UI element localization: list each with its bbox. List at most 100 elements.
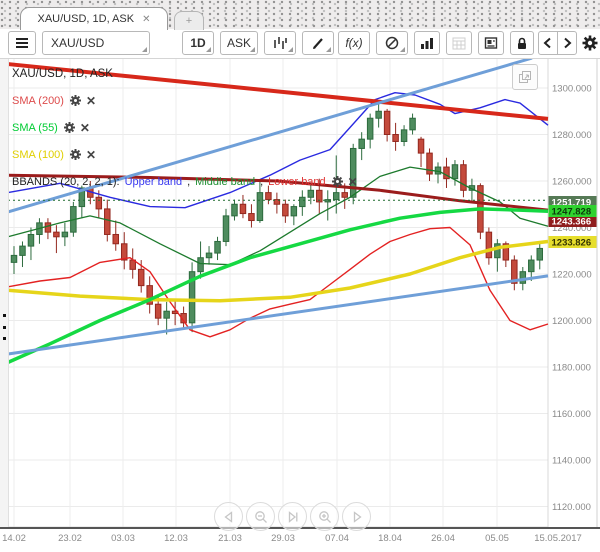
gear-icon[interactable] (69, 94, 82, 107)
remove-indicator-icon[interactable]: ✕ (80, 121, 90, 135)
legend-bb-upper: Upper band (124, 175, 183, 188)
bar-chart-icon (421, 38, 433, 49)
candle-body (417, 138, 425, 154)
magnifier-minus-icon (254, 510, 267, 523)
candle-body (197, 257, 204, 273)
chart-tab-label: XAU/USD, 1D, ASK (37, 13, 135, 25)
candle-body (44, 222, 52, 233)
legend-bbands-prefix: BBANDS (20, 2, 2, 1): (12, 175, 120, 188)
legend-title: XAU/USD, 1D, ASK (12, 67, 113, 80)
indicator-candles-icon (274, 37, 287, 49)
open-in-window-icon (519, 71, 531, 83)
clear-drawings-button[interactable] (376, 31, 408, 55)
candle-body (383, 110, 391, 135)
skip-to-end-icon (288, 510, 297, 523)
symbol-select[interactable]: XAU/USD (42, 31, 150, 55)
settings-button[interactable] (580, 31, 600, 55)
svg-text:21.03: 21.03 (218, 533, 242, 544)
formula-button[interactable]: f(x) (338, 31, 370, 55)
svg-text:05.05: 05.05 (485, 533, 509, 544)
legend-sma200: SMA (200) (12, 94, 64, 107)
candle-body (460, 164, 467, 191)
candle-body (112, 233, 120, 245)
svg-text:1160.000: 1160.000 (552, 409, 591, 420)
news-button[interactable] (478, 31, 504, 55)
chart-tab[interactable]: XAU/USD, 1D, ASK ✕ (20, 7, 168, 30)
candle-body (95, 196, 103, 210)
remove-indicator-icon[interactable]: ✕ (86, 148, 96, 162)
chevron-left-icon (543, 37, 551, 49)
fx-label: f(x) (345, 36, 363, 50)
candle-body (290, 206, 298, 217)
chevron-right-icon (564, 37, 572, 49)
candle-body (519, 271, 527, 284)
draw-tool-button[interactable] (302, 31, 334, 55)
scroll-left-button[interactable] (214, 502, 243, 531)
candle-body (222, 215, 230, 242)
candle-body (536, 247, 544, 261)
gear-icon[interactable] (63, 121, 76, 134)
triangle-left-icon (223, 510, 232, 523)
period-value: 1D (190, 36, 206, 50)
toolbar: XAU/USD 1D ASK f(x) (0, 29, 600, 59)
candle-body (27, 233, 35, 247)
svg-text:26.04: 26.04 (431, 533, 455, 544)
new-tab-button[interactable]: + (174, 11, 204, 30)
svg-text:18.04: 18.04 (378, 533, 402, 544)
svg-text:29.03: 29.03 (271, 533, 295, 544)
menu-button[interactable] (8, 31, 36, 55)
pencil-icon (313, 38, 323, 49)
candle-body (528, 259, 535, 273)
lock-button[interactable] (510, 31, 534, 55)
svg-text:15.05.2017: 15.05.2017 (534, 533, 582, 544)
panel-drag-handle[interactable] (1, 312, 7, 342)
period-select[interactable]: 1D (182, 31, 214, 55)
trendline[interactable] (7, 274, 549, 356)
svg-text:1247.828: 1247.828 (552, 207, 592, 218)
candle-body (231, 203, 238, 217)
candle-body (392, 134, 399, 142)
svg-text:1243.366: 1243.366 (552, 217, 592, 228)
candle-body (10, 254, 18, 263)
volume-button[interactable] (414, 31, 440, 55)
svg-text:1233.826: 1233.826 (552, 238, 592, 249)
zoom-in-button[interactable] (310, 502, 339, 531)
chart-legend: XAU/USD, 1D, ASK SMA (200) ✕ SMA (55) ✕ … (12, 60, 358, 195)
candle-body (409, 117, 416, 131)
symbol-value: XAU/USD (51, 36, 105, 50)
svg-text:03.03: 03.03 (111, 533, 135, 544)
candle-body (163, 310, 170, 319)
time-axis[interactable]: 14.02 23.02 03.03 12.03 21.03 29.03 07.04 18.04… (2, 533, 582, 544)
zoom-out-button[interactable] (246, 502, 275, 531)
legend-bb-lower: Lower band (268, 175, 326, 188)
indicators-button[interactable] (264, 31, 296, 55)
svg-text:1180.000: 1180.000 (552, 363, 591, 374)
lock-icon (518, 37, 526, 49)
candle-body (282, 203, 289, 217)
svg-text:14.02: 14.02 (2, 533, 26, 544)
svg-text:1300.000: 1300.000 (552, 84, 592, 95)
scroll-back-button[interactable] (538, 31, 558, 55)
legend-sma100: SMA (100) (12, 148, 64, 161)
legend-bb-middle: Middle band (195, 175, 256, 188)
gear-icon[interactable] (331, 175, 344, 188)
svg-text:07.04: 07.04 (325, 533, 349, 544)
detach-chart-button[interactable] (512, 64, 538, 90)
price-side-select[interactable]: ASK (220, 31, 258, 55)
go-to-latest-button[interactable] (278, 502, 307, 531)
candle-body (358, 138, 365, 149)
scroll-right-button[interactable] (342, 502, 371, 531)
remove-indicator-icon[interactable]: ✕ (348, 175, 358, 189)
remove-indicator-icon[interactable]: ✕ (86, 94, 96, 108)
tab-close-icon[interactable]: ✕ (142, 14, 150, 25)
side-panel-strip (0, 58, 9, 527)
triangle-right-icon (353, 510, 362, 523)
gear-icon[interactable] (69, 148, 82, 161)
indicator-line[interactable] (7, 207, 549, 365)
candle-body (53, 231, 60, 238)
candle-body (375, 110, 382, 119)
scroll-forward-button[interactable] (557, 31, 577, 55)
candle-body (104, 208, 111, 235)
calendar-button[interactable] (446, 31, 472, 55)
candle-body (137, 268, 145, 287)
